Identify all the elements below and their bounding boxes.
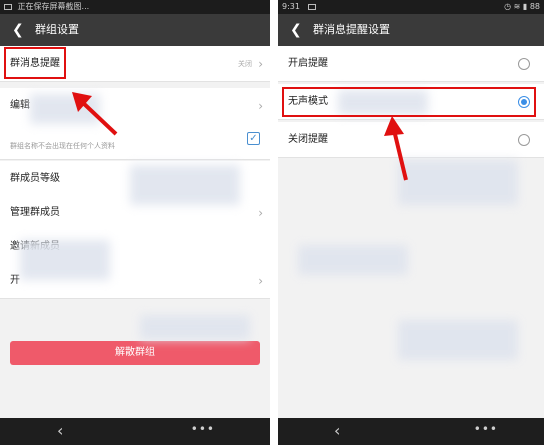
red-arrow-icon [384,116,408,181]
row-value: 关闭 [238,60,252,68]
status-time: 9:31 [282,2,300,11]
blur-overlay [20,240,110,280]
status-text: 正在保存屏幕截图... [17,2,90,11]
status-bar: 正在保存屏幕截图... [0,0,270,14]
highlight-box [282,87,536,117]
row-label: 群成员等级 [10,173,60,184]
checkbox[interactable]: ✓ [247,132,260,145]
chevron-right-icon: › [258,274,263,288]
highlight-box [4,47,66,79]
chevron-right-icon: › [258,99,263,113]
chevron-right-icon: › [258,57,263,71]
back-button[interactable]: ❮ [290,14,302,46]
option-label: 开启提醒 [288,58,328,69]
battery-level: 88 [529,2,540,11]
chevron-right-icon: › [258,206,263,220]
page-title: 群消息提醒设置 [313,23,390,36]
row-label: 编辑 [10,100,30,111]
nav-menu-icon[interactable]: ••• [191,422,215,436]
page-title: 群组设置 [35,23,79,36]
disband-group-button[interactable]: 解散群组 [10,341,260,365]
radio-button[interactable] [518,58,530,70]
back-button[interactable]: ❮ [12,14,24,46]
nav-menu-icon[interactable]: ••• [474,422,498,436]
status-bar: 9:31 ◷ ≋ ▮ 88 [278,0,544,14]
option-label: 关闭提醒 [288,134,328,145]
image-icon [307,3,316,10]
group-settings-screen: 正在保存屏幕截图... ❮ 群组设置 群消息提醒 关闭 › 编辑 › 群组名称不… [0,0,270,445]
red-arrow-icon [72,92,118,136]
navigation-bar: ‹ ••• [278,418,544,445]
blur-overlay [398,320,518,360]
blur-overlay [140,315,250,340]
row-label: 管理群成员 [10,207,60,218]
app-header: ❮ 群消息提醒设置 [278,14,544,46]
blur-overlay [130,165,240,205]
radio-button[interactable] [518,134,530,146]
row-label: 开 [10,275,20,286]
app-header: ❮ 群组设置 [0,14,270,46]
row-description: 群组名称不会出现在任何个人资料 [10,142,115,150]
image-icon [4,3,12,10]
message-reminder-settings-screen: 9:31 ◷ ≋ ▮ 88 ❮ 群消息提醒设置 开启提醒 无声模式 关闭提醒 ‹… [278,0,544,445]
blur-overlay [298,245,408,275]
nav-back-icon[interactable]: ‹ [57,421,63,440]
option-reminder-on[interactable]: 开启提醒 [278,46,544,82]
navigation-bar: ‹ ••• [0,418,270,445]
status-icons: ◷ ≋ ▮ 88 [504,2,540,11]
nav-back-icon[interactable]: ‹ [334,421,340,440]
